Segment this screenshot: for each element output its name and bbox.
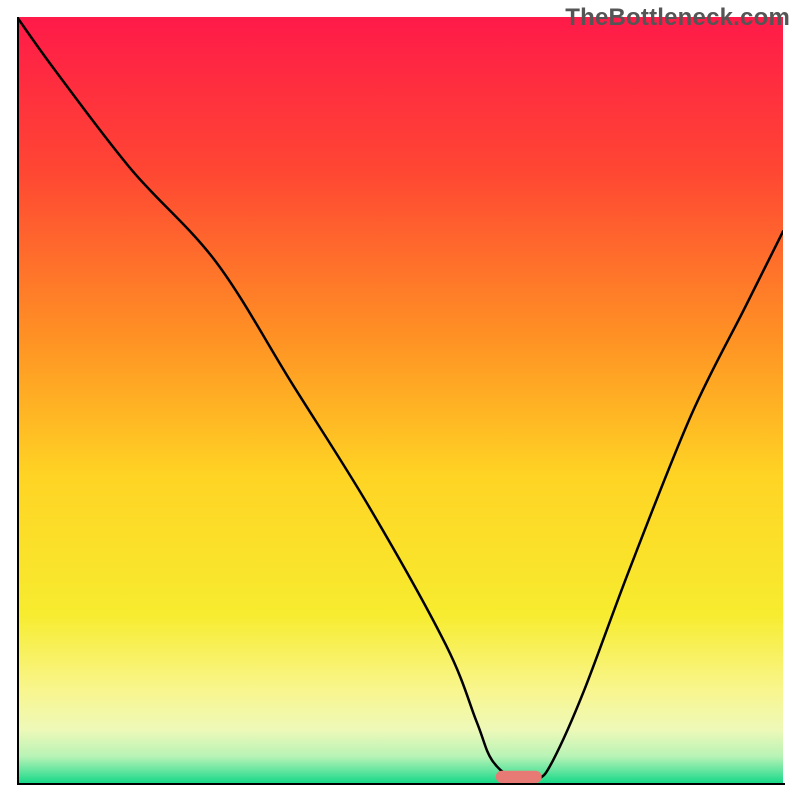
y-axis bbox=[17, 17, 19, 785]
bottleneck-chart: TheBottleneck.com bbox=[0, 0, 800, 800]
plot-svg bbox=[17, 17, 783, 783]
watermark-label: TheBottleneck.com bbox=[565, 4, 790, 32]
x-axis bbox=[17, 783, 785, 785]
plot-area bbox=[17, 17, 783, 783]
plot-background bbox=[17, 17, 783, 783]
optimal-point-marker bbox=[496, 771, 542, 783]
